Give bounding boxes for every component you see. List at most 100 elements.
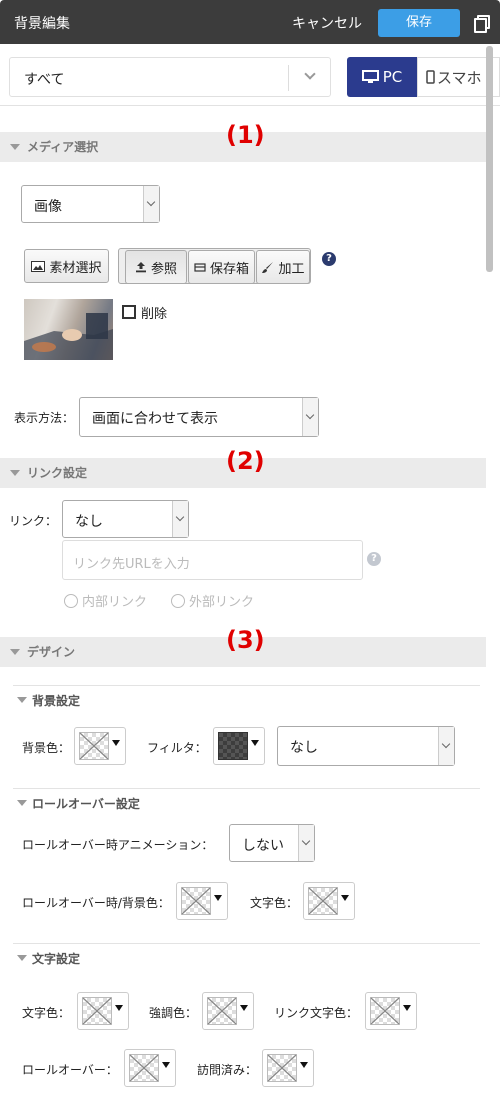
dropdown-arrow-icon: [300, 1062, 308, 1068]
rollover-bg-label: ロールオーバー時/背景色：: [22, 896, 170, 910]
rollover-animation-select[interactable]: しない: [229, 824, 315, 862]
scope-select[interactable]: すべて: [9, 57, 331, 97]
select-arrow-icon: [298, 825, 314, 861]
annotation-label-1: (1): [226, 121, 265, 149]
media-type-value: 画像: [34, 199, 62, 215]
transparent-swatch: [79, 732, 109, 760]
thumbnail-photo-shapes: [24, 299, 113, 360]
background-editor-panel: 背景編集 キャンセル 保存 すべて PC スマホ メディア選択 (1) 画像 素…: [0, 0, 500, 1118]
monitor-icon: [361, 70, 379, 83]
filter-select[interactable]: なし: [277, 726, 455, 766]
rollover-animation-label: ロールオーバー時アニメーション：: [22, 838, 214, 852]
chevron-down-icon: [304, 68, 316, 80]
edit-image-label: 加工: [278, 261, 305, 277]
rollover-settings-title: ロールオーバー設定: [32, 797, 140, 811]
bg-settings-title: 背景設定: [32, 694, 81, 708]
cancel-button[interactable]: キャンセル: [292, 13, 362, 33]
text-color-label: 文字色：: [22, 1006, 71, 1020]
material-select-button[interactable]: 素材選択: [24, 249, 109, 283]
dropdown-arrow-icon: [115, 1005, 123, 1011]
bg-color-label: 背景色：: [22, 741, 71, 755]
divider: [13, 943, 480, 944]
select-arrow-icon: [302, 398, 318, 436]
transparent-swatch: [267, 1054, 297, 1082]
smartphone-icon: [426, 70, 435, 84]
collapse-triangle-icon: [10, 144, 20, 150]
link-url-input[interactable]: リンク先URLを入力: [62, 540, 363, 580]
transparent-swatch: [308, 887, 338, 915]
display-method-label: 表示方法：: [14, 411, 75, 425]
help-icon[interactable]: ?: [367, 552, 381, 566]
external-link-radio[interactable]: [171, 594, 185, 608]
dropdown-arrow-icon: [341, 895, 349, 901]
edit-image-button[interactable]: 加工: [256, 250, 310, 284]
rollover-text-color-label: 文字色：: [250, 896, 299, 910]
device-bar: すべて PC スマホ: [0, 44, 500, 106]
storage-label: 保存箱: [209, 261, 249, 277]
brush-icon: [262, 261, 274, 273]
rollover-bg-swatch[interactable]: [176, 882, 228, 920]
visited-color-swatch[interactable]: [262, 1049, 314, 1087]
dropdown-arrow-icon: [214, 895, 222, 901]
annotation-label-2: (2): [226, 447, 265, 475]
rollover-color-swatch[interactable]: [124, 1049, 176, 1087]
header-bar: 背景編集 キャンセル 保存: [0, 0, 500, 44]
divider: [13, 685, 480, 686]
transparent-swatch: [207, 997, 237, 1025]
filter-color-swatch[interactable]: [213, 727, 265, 765]
internal-link-radio[interactable]: [64, 594, 78, 608]
external-link-label: 外部リンク: [189, 595, 255, 610]
dropdown-arrow-icon: [112, 740, 120, 746]
dropdown-arrow-icon: [162, 1062, 170, 1068]
design-section-title: デザイン: [27, 645, 76, 659]
pc-label: PC: [382, 68, 403, 86]
link-text-color-swatch[interactable]: [365, 992, 417, 1030]
select-arrow-icon: [172, 501, 188, 537]
collapse-triangle-icon: [17, 800, 27, 806]
scrollbar-thumb[interactable]: [486, 46, 493, 272]
delete-checkbox[interactable]: [122, 305, 136, 319]
collapse-triangle-icon: [17, 955, 27, 961]
link-type-select[interactable]: なし: [62, 500, 189, 538]
dark-filter-swatch: [218, 732, 248, 760]
transparent-swatch: [370, 997, 400, 1025]
link-label: リンク：: [9, 514, 58, 528]
rollover-color-label: ロールオーバー：: [22, 1063, 118, 1077]
pc-toggle-button[interactable]: PC: [347, 57, 417, 97]
select-arrow-icon: [143, 186, 159, 222]
copy-icon[interactable]: [474, 15, 490, 33]
collapse-triangle-icon: [10, 470, 20, 476]
transparent-swatch: [82, 997, 112, 1025]
text-color-swatch[interactable]: [77, 992, 129, 1030]
bg-color-swatch[interactable]: [74, 727, 126, 765]
select-divider: [288, 65, 289, 91]
storage-button[interactable]: 保存箱: [188, 250, 255, 284]
text-settings-title: 文字設定: [32, 952, 81, 966]
annotation-label-3: (3): [226, 626, 265, 654]
filter-value: なし: [290, 740, 318, 756]
emphasis-color-label: 強調色：: [149, 1006, 198, 1020]
visited-color-label: 訪問済み：: [197, 1063, 258, 1077]
dropdown-arrow-icon: [240, 1005, 248, 1011]
collapse-triangle-icon: [10, 649, 20, 655]
media-type-select[interactable]: 画像: [21, 185, 160, 223]
link-type-value: なし: [75, 514, 103, 530]
browse-label: 参照: [150, 261, 177, 277]
emphasis-color-swatch[interactable]: [202, 992, 254, 1030]
material-select-label: 素材選択: [49, 260, 102, 276]
smartphone-label: スマホ: [437, 68, 482, 87]
link-section-title: リンク設定: [27, 466, 88, 480]
save-button[interactable]: 保存: [378, 9, 460, 37]
rollover-text-color-swatch[interactable]: [303, 882, 355, 920]
display-method-select[interactable]: 画面に合わせて表示: [79, 397, 319, 437]
dropdown-arrow-icon: [251, 740, 259, 746]
display-method-value: 画面に合わせて表示: [92, 411, 218, 427]
delete-label: 削除: [141, 307, 168, 322]
scope-select-value: すべて: [24, 72, 65, 88]
divider: [13, 788, 480, 789]
image-icon: [31, 260, 46, 272]
filter-label: フィルタ：: [147, 741, 207, 755]
help-icon[interactable]: ?: [322, 252, 336, 266]
browse-button[interactable]: 参照: [125, 250, 187, 284]
link-text-color-label: リンク文字色：: [274, 1006, 359, 1020]
